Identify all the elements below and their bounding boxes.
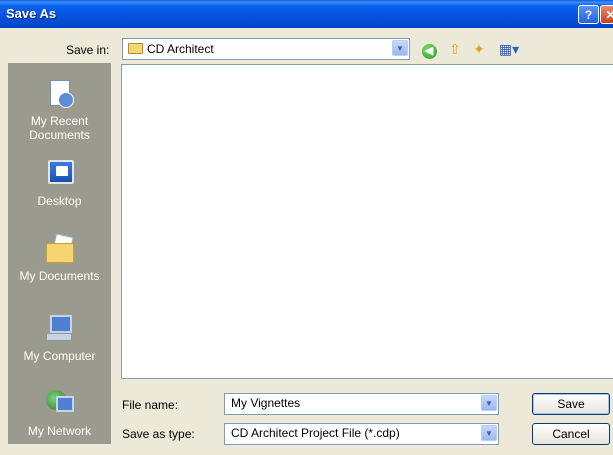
save-button[interactable]: Save: [532, 393, 610, 415]
window-title: Save As: [6, 6, 57, 21]
desktop-icon: [44, 158, 76, 190]
recent-documents-icon: [44, 78, 76, 110]
place-label: Desktop: [37, 194, 82, 208]
new-folder-icon[interactable]: ✦: [470, 40, 488, 58]
place-my-recent-documents[interactable]: My Recent Documents: [8, 78, 111, 142]
place-label: My Computer: [23, 349, 96, 363]
file-name-value: My Vignettes: [231, 396, 301, 410]
back-icon[interactable]: ◀: [420, 40, 438, 59]
cancel-button[interactable]: Cancel: [532, 423, 610, 445]
places-bar: My Recent Documents Desktop My Documents…: [8, 63, 111, 444]
save-in-label: Save in:: [66, 43, 110, 57]
folder-icon: [128, 43, 143, 54]
save-in-dropdown[interactable]: CD Architect ▼: [122, 38, 410, 60]
close-button[interactable]: ✕: [600, 5, 613, 24]
chevron-down-icon[interactable]: ▼: [392, 40, 408, 56]
my-computer-icon: [44, 313, 76, 345]
save-as-type-label: Save as type:: [122, 427, 195, 441]
place-label: My Network: [27, 424, 92, 438]
up-one-level-icon[interactable]: ⇧: [446, 40, 464, 58]
my-documents-icon: [44, 233, 76, 265]
save-as-type-dropdown[interactable]: CD Architect Project File (*.cdp) ▼: [224, 423, 499, 445]
file-name-label: File name:: [122, 398, 179, 412]
save-as-type-value: CD Architect Project File (*.cdp): [231, 426, 400, 440]
save-in-value: CD Architect: [147, 42, 214, 56]
place-my-documents[interactable]: My Documents: [8, 233, 111, 283]
file-name-field[interactable]: My Vignettes ▼: [224, 393, 499, 415]
chevron-down-icon[interactable]: ▼: [481, 395, 497, 411]
place-desktop[interactable]: Desktop: [8, 158, 111, 208]
place-my-computer[interactable]: My Computer: [8, 313, 111, 363]
views-menu-icon[interactable]: ▦▾: [496, 40, 522, 58]
chevron-down-icon[interactable]: ▼: [481, 425, 497, 441]
help-button[interactable]: ?: [578, 5, 599, 24]
place-my-network[interactable]: My Network: [8, 388, 111, 438]
place-label: My Documents: [19, 269, 100, 283]
place-label: My Recent Documents: [29, 114, 90, 142]
file-list[interactable]: [121, 64, 613, 379]
my-network-icon: [44, 388, 76, 420]
title-bar: Save As ? ✕: [0, 0, 613, 28]
